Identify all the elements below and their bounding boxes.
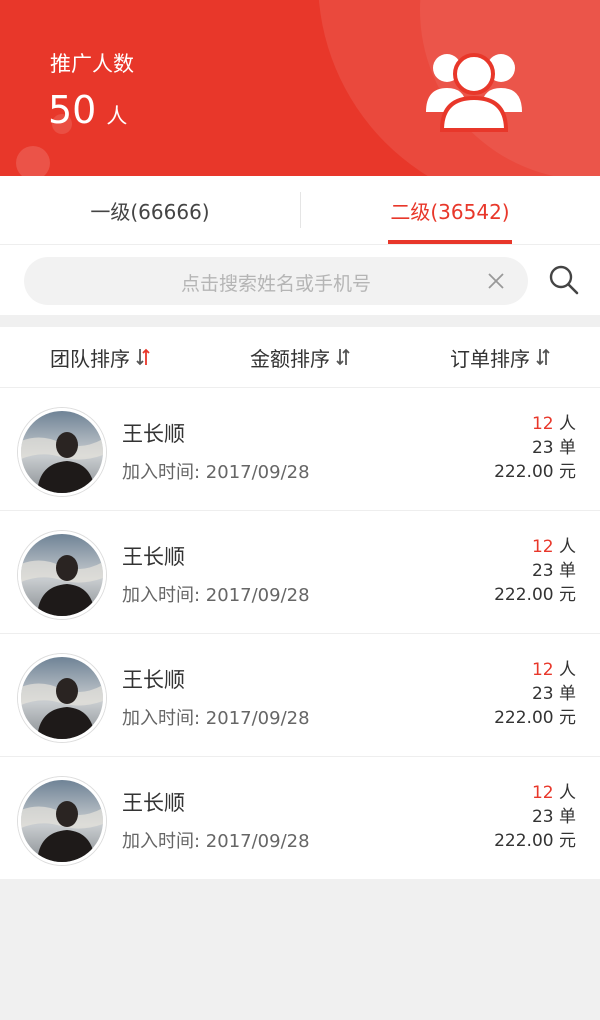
amount-unit: 元 [559, 708, 576, 728]
member-join-date: 加入时间: 2017/09/28 [122, 462, 310, 483]
sort-by-orders[interactable]: 订单排序 [400, 327, 600, 387]
member-amount: 222.00 [494, 831, 554, 851]
member-name: 王长顺 [122, 668, 185, 692]
member-name: 王长顺 [122, 422, 185, 446]
amount-unit: 元 [559, 831, 576, 851]
tab-divider [300, 192, 301, 228]
member-people-count: 12 [531, 660, 554, 680]
sort-by-team[interactable]: 团队排序 [0, 327, 200, 387]
member-stats: 12 人 23 单 222.00 元 [494, 781, 576, 853]
list-item[interactable]: 王长顺 加入时间: 2017/09/28 12 人 23 单 222.00 元 [0, 757, 600, 879]
avatar [18, 654, 106, 742]
sort-bar: 团队排序 金额排序 订单排序 [0, 327, 600, 388]
promotion-count-unit: 人 [106, 104, 128, 128]
level-tabs: 一级(66666) 二级(36542) [0, 176, 600, 245]
member-name: 王长顺 [122, 545, 185, 569]
member-order-count: 23 [531, 561, 554, 581]
member-people-count: 12 [531, 414, 554, 434]
member-join-date: 加入时间: 2017/09/28 [122, 831, 310, 852]
avatar [18, 777, 106, 865]
sort-arrows-icon [536, 348, 550, 366]
list-item[interactable]: 王长顺 加入时间: 2017/09/28 12 人 23 单 222.00 元 [0, 511, 600, 634]
promotion-count-label: 推广人数 [50, 52, 134, 76]
team-icon [426, 53, 522, 132]
member-people-count: 12 [531, 783, 554, 803]
avatar [18, 408, 106, 496]
people-unit: 人 [559, 537, 576, 557]
member-amount: 222.00 [494, 585, 554, 605]
member-list: 王长顺 加入时间: 2017/09/28 12 人 23 单 222.00 元 … [0, 388, 600, 879]
list-item[interactable]: 王长顺 加入时间: 2017/09/28 12 人 23 单 222.00 元 [0, 388, 600, 511]
orders-unit: 单 [559, 438, 576, 458]
sort-arrows-icon [336, 348, 350, 366]
avatar [18, 531, 106, 619]
sort-by-amount[interactable]: 金额排序 [200, 327, 400, 387]
list-item[interactable]: 王长顺 加入时间: 2017/09/28 12 人 23 单 222.00 元 [0, 634, 600, 757]
member-stats: 12 人 23 单 222.00 元 [494, 412, 576, 484]
tab-label: 一级(66666) [90, 199, 210, 224]
orders-unit: 单 [559, 561, 576, 581]
sort-label: 订单排序 [450, 346, 530, 371]
clear-icon[interactable] [486, 271, 506, 291]
search-placeholder: 点击搜索姓名或手机号 [180, 273, 371, 295]
member-order-count: 23 [531, 438, 554, 458]
amount-unit: 元 [559, 462, 576, 482]
people-unit: 人 [559, 414, 576, 434]
member-name: 王长顺 [122, 791, 185, 815]
member-order-count: 23 [531, 807, 554, 827]
orders-unit: 单 [559, 684, 576, 704]
member-order-count: 23 [531, 684, 554, 704]
member-amount: 222.00 [494, 462, 554, 482]
tab-label: 二级(36542) [390, 199, 510, 224]
decorative-dot [16, 146, 50, 176]
tab-level-one[interactable]: 一级(66666) [0, 176, 300, 244]
people-unit: 人 [559, 660, 576, 680]
amount-unit: 元 [559, 585, 576, 605]
people-unit: 人 [559, 783, 576, 803]
member-join-date: 加入时间: 2017/09/28 [122, 708, 310, 729]
orders-unit: 单 [559, 807, 576, 827]
sort-label: 金额排序 [250, 346, 330, 371]
promotion-count: 50 人 [48, 88, 127, 132]
search-bar: 点击搜索姓名或手机号 [0, 245, 600, 315]
member-people-count: 12 [531, 537, 554, 557]
search-icon[interactable] [548, 264, 580, 296]
member-stats: 12 人 23 单 222.00 元 [494, 658, 576, 730]
promotion-count-value: 50 [48, 88, 97, 132]
member-join-date: 加入时间: 2017/09/28 [122, 585, 310, 606]
section-gap [0, 315, 600, 327]
search-input[interactable]: 点击搜索姓名或手机号 [24, 257, 528, 305]
sort-arrows-icon [136, 348, 150, 366]
tab-level-two[interactable]: 二级(36542) [300, 176, 600, 244]
member-amount: 222.00 [494, 708, 554, 728]
sort-label: 团队排序 [50, 346, 130, 371]
promotion-header: 推广人数 50 人 [0, 0, 600, 176]
member-stats: 12 人 23 单 222.00 元 [494, 535, 576, 607]
